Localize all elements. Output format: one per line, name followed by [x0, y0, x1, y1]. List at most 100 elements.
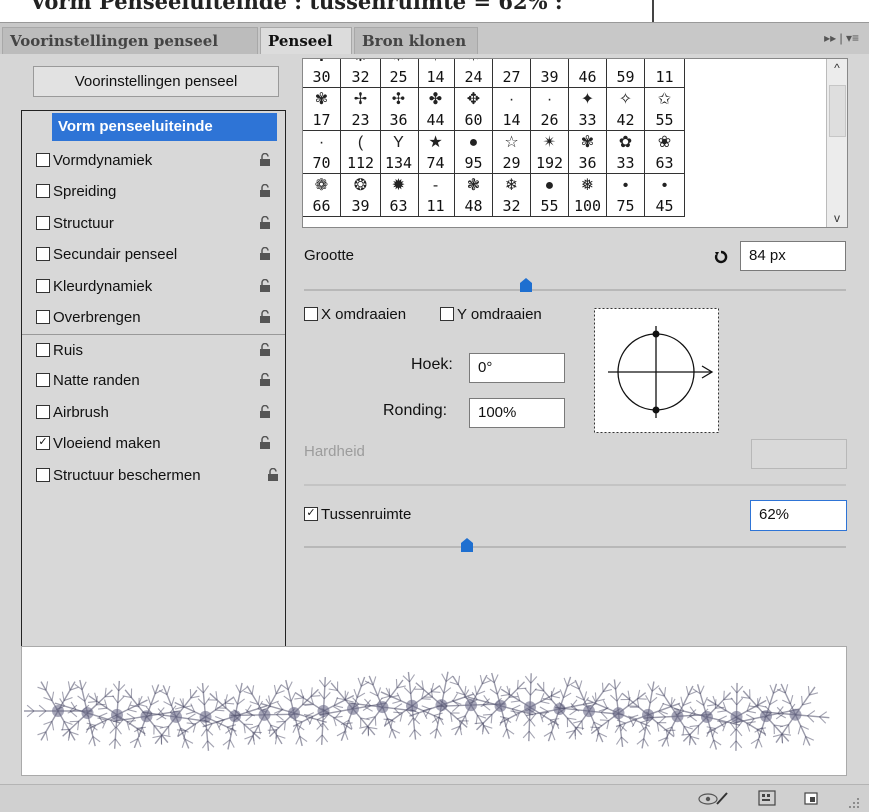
brush-tip-cell[interactable]: ✦ 33: [569, 88, 607, 131]
size-slider-thumb[interactable]: [520, 278, 533, 292]
checkbox-checked-icon[interactable]: ✓: [36, 436, 50, 451]
brush-tip-grid[interactable]: ✱30❋32✵25✶14✷24·27·39·46·59·11✾17✢23✣36✤…: [302, 58, 848, 228]
flip-x-checkbox[interactable]: X omdraaien: [304, 306, 406, 323]
flip-y-checkbox[interactable]: Y omdraaien: [440, 306, 542, 323]
scroll-thumb[interactable]: [829, 85, 846, 137]
brush-grid-icon[interactable]: [758, 790, 776, 806]
option-scattering[interactable]: Spreiding: [22, 176, 285, 208]
option-shape-dynamics[interactable]: Vormdynamiek: [22, 145, 285, 177]
checkbox-icon[interactable]: [36, 152, 50, 167]
checkbox-icon[interactable]: [36, 404, 50, 419]
brush-tip-cell[interactable]: ● 95: [455, 131, 493, 174]
angle-input[interactable]: 0°: [469, 353, 565, 383]
roundness-input[interactable]: 100%: [469, 398, 565, 428]
lock-icon[interactable]: [259, 342, 271, 356]
new-brush-icon[interactable]: [803, 790, 819, 806]
checkbox-checked-icon[interactable]: ✓: [304, 507, 318, 522]
brush-tip-cell[interactable]: ✿ 33: [607, 131, 645, 174]
lock-icon[interactable]: [259, 310, 271, 323]
brush-tip-cell[interactable]: ✱30: [303, 59, 341, 88]
brush-tip-cell[interactable]: · 26: [531, 88, 569, 131]
reset-size-icon[interactable]: [714, 250, 728, 264]
brush-tip-cell[interactable]: (112: [341, 131, 381, 174]
brush-tip-cell[interactable]: ·46: [569, 59, 607, 88]
brush-tip-cell[interactable]: • 75: [607, 174, 645, 217]
lock-icon[interactable]: [267, 467, 279, 481]
lock-icon[interactable]: [259, 404, 271, 418]
brush-tip-cell[interactable]: ✾ 36: [569, 131, 607, 174]
option-transfer[interactable]: Overbrengen: [22, 302, 285, 334]
checkbox-icon[interactable]: [440, 307, 454, 322]
brush-tip-cell[interactable]: ❄ 32: [493, 174, 531, 217]
brush-tip-cell[interactable]: · 14: [493, 88, 531, 131]
option-airbrush[interactable]: Airbrush: [22, 397, 285, 429]
tab-clone-source[interactable]: Bron klonen: [354, 27, 478, 54]
checkbox-icon[interactable]: [36, 184, 50, 199]
tab-brush[interactable]: Penseel: [260, 27, 352, 55]
scroll-down-icon[interactable]: v: [827, 211, 847, 225]
panel-menu-icon[interactable]: ▸▸ | ▾≡: [824, 31, 859, 45]
brush-tip-cell[interactable]: ★ 74: [417, 131, 455, 174]
brush-tip-cell[interactable]: ✤ 44: [417, 88, 455, 131]
checkbox-icon[interactable]: [304, 307, 318, 322]
option-brush-tip-shape[interactable]: Vorm penseeluiteinde: [22, 113, 285, 145]
checkbox-icon[interactable]: [36, 247, 50, 262]
option-wet-edges[interactable]: Natte randen: [22, 365, 285, 397]
lock-icon[interactable]: [259, 152, 271, 166]
lock-icon[interactable]: [259, 247, 271, 260]
brush-tip-cell[interactable]: ❃ 48: [455, 174, 493, 217]
lock-icon[interactable]: [259, 373, 271, 386]
toggle-live-tip-preview-icon[interactable]: [697, 790, 729, 806]
brush-tip-cell[interactable]: ✩ 55: [645, 88, 685, 131]
scroll-up-icon[interactable]: ^: [827, 61, 847, 75]
brush-tip-cell[interactable]: ✷24: [455, 59, 493, 88]
checkbox-icon[interactable]: [36, 373, 50, 388]
brush-tip-cell[interactable]: ✴ 192: [531, 131, 569, 174]
lock-icon[interactable]: [259, 215, 271, 229]
brush-tip-cell[interactable]: ✢ 23: [341, 88, 381, 131]
brush-tip-cell[interactable]: ✧ 42: [607, 88, 645, 131]
brush-tip-cell[interactable]: ✵25: [379, 59, 419, 88]
brush-tip-cell[interactable]: • 45: [645, 174, 685, 217]
brush-tip-cell[interactable]: ❀ 63: [645, 131, 685, 174]
option-smoothing[interactable]: ✓ Vloeiend maken: [22, 428, 285, 460]
option-noise[interactable]: Ruis: [22, 333, 285, 366]
brush-grid-scrollbar[interactable]: ^ v: [826, 59, 847, 227]
brush-tip-cell[interactable]: ✾ 17: [303, 88, 341, 131]
brush-tip-cell[interactable]: Y 134: [379, 131, 419, 174]
resize-grip-icon[interactable]: [847, 795, 861, 811]
brush-tip-cell[interactable]: ☆ 29: [493, 131, 531, 174]
spacing-slider-thumb[interactable]: [460, 538, 473, 552]
brush-tip-cell[interactable]: ❋32: [341, 59, 381, 88]
brush-tip-cell[interactable]: ·11: [645, 59, 685, 88]
lock-icon[interactable]: [259, 184, 271, 197]
spacing-slider-track[interactable]: [304, 546, 846, 548]
spacing-input[interactable]: 62%: [750, 500, 847, 531]
checkbox-icon[interactable]: [36, 310, 50, 325]
brush-tip-cell[interactable]: ✶14: [417, 59, 455, 88]
brush-tip-cell[interactable]: ❁ 66: [303, 174, 341, 217]
option-texture[interactable]: Structuur: [22, 208, 285, 240]
brush-tip-cell[interactable]: ● 55: [531, 174, 569, 217]
tab-brush-presets[interactable]: Voorinstellingen penseel: [2, 27, 258, 54]
brush-tip-cell[interactable]: ✹ 63: [379, 174, 419, 217]
checkbox-icon[interactable]: [36, 215, 50, 230]
option-protect-texture[interactable]: Structuur beschermen: [22, 460, 285, 492]
brush-tip-cell[interactable]: ❂ 39: [341, 174, 381, 217]
size-slider-track[interactable]: [304, 289, 846, 291]
brush-tip-cell[interactable]: · 70: [303, 131, 341, 174]
brush-presets-button[interactable]: Voorinstellingen penseel: [33, 66, 279, 97]
lock-icon[interactable]: [259, 278, 271, 292]
size-input[interactable]: 84 px: [740, 241, 846, 271]
spacing-checkbox[interactable]: ✓ Tussenruimte: [304, 506, 411, 523]
option-dual-brush[interactable]: Secundair penseel: [22, 239, 285, 271]
brush-tip-cell[interactable]: ·27: [493, 59, 531, 88]
checkbox-icon[interactable]: [36, 342, 50, 357]
brush-tip-cell[interactable]: - 11: [417, 174, 455, 217]
brush-tip-cell[interactable]: ❅ 100: [569, 174, 607, 217]
angle-roundness-widget[interactable]: [594, 308, 719, 433]
option-color-dynamics[interactable]: Kleurdynamiek: [22, 271, 285, 303]
brush-tip-cell[interactable]: ·59: [607, 59, 645, 88]
brush-tip-cell[interactable]: ✣ 36: [379, 88, 419, 131]
checkbox-icon[interactable]: [36, 278, 50, 293]
